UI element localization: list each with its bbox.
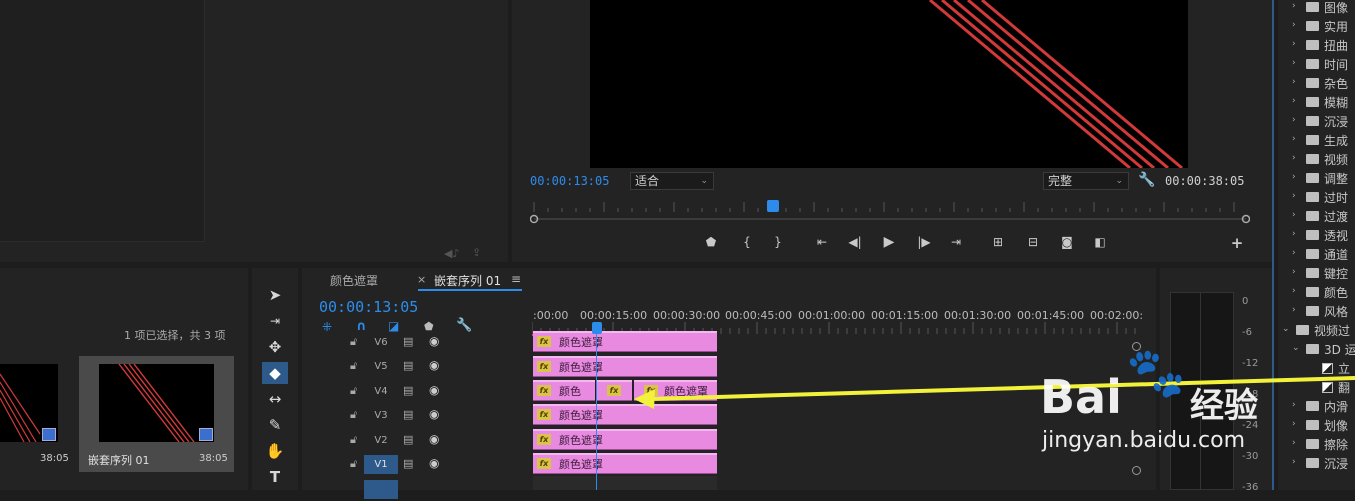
watermark-logo-text: Bai (1040, 370, 1122, 424)
paw-logo-icon: 🐾 (1126, 345, 1186, 401)
baidu-watermark-logo: Bai 🐾 经验 jingyan.baidu.com (1040, 342, 1280, 462)
watermark-url: jingyan.baidu.com (1042, 428, 1246, 453)
watermark-logo-text-2: 经验 (1190, 386, 1258, 426)
